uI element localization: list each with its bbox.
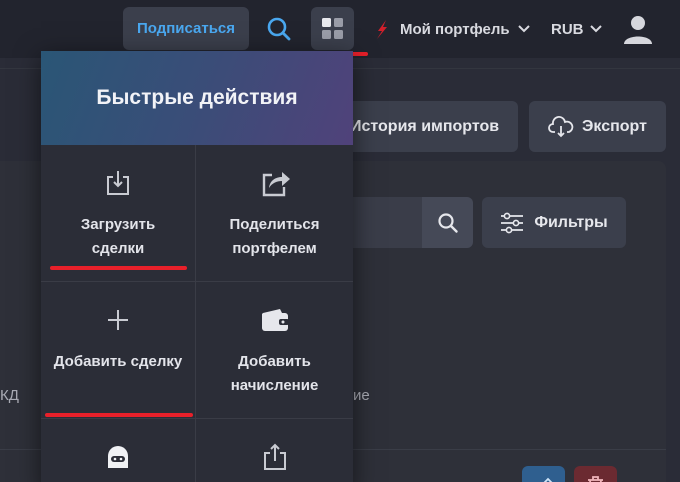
portfolio-label: Мой портфель	[400, 20, 510, 38]
search-icon	[267, 17, 291, 41]
export-label: Экспорт	[582, 117, 647, 135]
action-label: Добавить начисление	[230, 353, 319, 394]
download-tray-icon	[107, 171, 129, 195]
top-bar: Подписаться Мой портфель RUB	[0, 0, 680, 58]
bot-icon	[108, 446, 128, 468]
currency-selector[interactable]: RUB	[551, 16, 602, 42]
edit-button[interactable]	[522, 466, 565, 482]
table-header-fragment: КД	[0, 387, 19, 404]
chevron-down-icon	[517, 25, 530, 33]
share-arrow-icon	[262, 172, 290, 197]
action-label: Загрузить сделки	[80, 216, 156, 257]
cloud-download-icon	[548, 115, 574, 137]
search-button[interactable]	[262, 12, 296, 46]
action-label: Добавить сделку	[53, 353, 183, 370]
chevron-down-icon	[589, 25, 602, 33]
annotation-underline	[45, 413, 193, 417]
wallet-icon	[261, 309, 289, 331]
import-history-label: История импортов	[350, 117, 500, 135]
currency-label: RUB	[551, 20, 584, 38]
bot-action[interactable]	[41, 419, 196, 482]
action-label: Поделиться портфелем	[229, 216, 320, 257]
annotation-underline	[50, 266, 187, 270]
share-portfolio-action[interactable]: Поделиться портфелем	[196, 145, 353, 282]
upload-tray-icon	[263, 443, 286, 470]
quick-actions-button[interactable]	[311, 7, 354, 50]
quick-actions-title: Быстрые действия	[41, 51, 353, 145]
table-header-fragment: ие	[353, 387, 370, 404]
trash-icon	[588, 476, 603, 482]
user-avatar-icon[interactable]	[622, 13, 654, 45]
sliders-icon	[501, 212, 524, 233]
filters-label: Фильтры	[534, 213, 608, 231]
portfolio-logo-icon	[377, 20, 387, 39]
search-icon	[437, 212, 458, 233]
import-history-button[interactable]: История импортов	[336, 101, 518, 152]
portfolio-selector[interactable]: Мой портфель	[372, 16, 530, 42]
filters-button[interactable]: Фильтры	[482, 197, 626, 248]
search-submit-button[interactable]	[422, 197, 473, 248]
subscribe-button[interactable]: Подписаться	[123, 7, 249, 50]
add-accrual-action[interactable]: Добавить начисление	[196, 282, 353, 419]
upload-trades-action[interactable]: Загрузить сделки	[41, 145, 196, 282]
export-action[interactable]	[196, 419, 353, 482]
delete-button[interactable]	[574, 466, 617, 482]
quick-actions-grid: Загрузить сделки Поделиться портфелем До…	[41, 145, 353, 482]
grid-icon	[321, 17, 343, 39]
plus-icon	[108, 310, 128, 330]
pencil-icon	[543, 477, 553, 482]
add-trade-action[interactable]: Добавить сделку	[41, 282, 196, 419]
export-button[interactable]: Экспорт	[529, 101, 666, 152]
